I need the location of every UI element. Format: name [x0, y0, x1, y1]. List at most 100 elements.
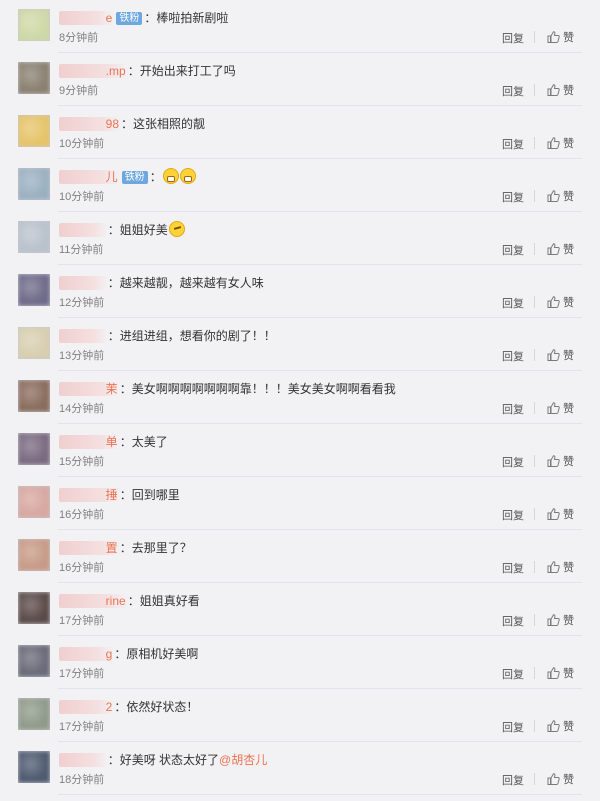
like-button[interactable]: 赞 — [547, 506, 574, 522]
thumbs-up-icon — [547, 720, 560, 732]
comment-item: ：越来越靓，越来越有女人味 12分钟前 回复 赞 — [0, 265, 600, 318]
like-button[interactable]: 赞 — [547, 400, 574, 416]
avatar[interactable] — [18, 274, 50, 306]
comment-time: 18分钟前 — [59, 774, 105, 786]
like-label: 赞 — [563, 562, 574, 574]
reply-button[interactable]: 回复 — [502, 613, 524, 629]
thumbs-up-icon — [547, 402, 560, 414]
action-divider — [534, 296, 535, 308]
username-link[interactable] — [59, 276, 108, 290]
like-button[interactable]: 赞 — [547, 135, 574, 151]
avatar[interactable] — [18, 751, 50, 783]
username-link[interactable] — [59, 753, 108, 767]
avatar[interactable] — [18, 327, 50, 359]
avatar-image — [18, 592, 50, 624]
reply-button[interactable]: 回复 — [502, 189, 524, 205]
reply-button[interactable]: 回复 — [502, 136, 524, 152]
reply-button[interactable]: 回复 — [502, 719, 524, 735]
avatar[interactable] — [18, 539, 50, 571]
like-button[interactable]: 赞 — [547, 718, 574, 734]
like-label: 赞 — [563, 244, 574, 256]
avatar[interactable] — [18, 698, 50, 730]
avatar[interactable] — [18, 592, 50, 624]
like-label: 赞 — [563, 721, 574, 733]
reply-button[interactable]: 回复 — [502, 666, 524, 682]
username-link[interactable]: 置 — [59, 541, 120, 555]
avatar-image — [18, 274, 50, 306]
reply-button[interactable]: 回复 — [502, 295, 524, 311]
avatar[interactable] — [18, 380, 50, 412]
like-button[interactable]: 赞 — [547, 347, 574, 363]
comment-item: ：进组进组，想看你的剧了！！ 13分钟前 回复 赞 — [0, 318, 600, 371]
action-divider — [534, 31, 535, 43]
reply-button[interactable]: 回复 — [502, 454, 524, 470]
comment-line: ：好美呀 状态太好了@胡杏儿 — [59, 750, 580, 770]
like-button[interactable]: 赞 — [547, 82, 574, 98]
username-link[interactable]: 茉 — [59, 382, 120, 396]
grin-emoji-icon — [179, 168, 196, 184]
reply-button[interactable]: 回复 — [502, 772, 524, 788]
comment-text: ：去那里了？ — [119, 541, 192, 555]
like-button[interactable]: 赞 — [547, 453, 574, 469]
like-label: 赞 — [563, 32, 574, 44]
comment-item: ：好美呀 状态太好了@胡杏儿 18分钟前 回复 赞 — [0, 742, 600, 795]
reply-button[interactable]: 回复 — [502, 560, 524, 576]
avatar-image — [18, 433, 50, 465]
username-link[interactable]: 儿 — [59, 170, 120, 184]
reply-button[interactable]: 回复 — [502, 83, 524, 99]
username-link[interactable] — [59, 329, 108, 343]
reply-button[interactable]: 回复 — [502, 242, 524, 258]
username-link[interactable]: rine — [59, 594, 128, 608]
comment-time: 15分钟前 — [59, 456, 105, 468]
like-button[interactable]: 赞 — [547, 241, 574, 257]
reply-button[interactable]: 回复 — [502, 507, 524, 523]
comment-line: 单：太美了 — [59, 432, 580, 452]
username-link[interactable] — [59, 223, 108, 237]
comment-time: 10分钟前 — [59, 191, 105, 203]
avatar[interactable] — [18, 62, 50, 94]
avatar[interactable] — [18, 9, 50, 41]
reply-button[interactable]: 回复 — [502, 30, 524, 46]
username-link[interactable]: e — [59, 11, 115, 25]
comment-time: 16分钟前 — [59, 509, 105, 521]
comment-text: ：美女啊啊啊啊啊啊啊靠！！！美女美女啊啊看看我 — [119, 382, 396, 396]
action-divider — [534, 455, 535, 467]
username-link[interactable]: .mp — [59, 64, 128, 78]
username-link[interactable]: 98 — [59, 117, 122, 131]
avatar[interactable] — [18, 645, 50, 677]
like-button[interactable]: 赞 — [547, 188, 574, 204]
like-button[interactable]: 赞 — [547, 665, 574, 681]
like-button[interactable]: 赞 — [547, 29, 574, 45]
comment-time: 17分钟前 — [59, 721, 105, 733]
action-divider — [534, 190, 535, 202]
comment-time: 11分钟前 — [59, 244, 104, 256]
reply-button[interactable]: 回复 — [502, 348, 524, 364]
avatar-image — [18, 168, 50, 200]
comment-text: ：姐姐真好看 — [127, 594, 200, 608]
avatar[interactable] — [18, 486, 50, 518]
comment-line: 儿铁粉： — [59, 167, 580, 187]
comment-line: e 铁粉 ：棒啦拍新剧啦 — [59, 8, 580, 28]
username-link[interactable]: g — [59, 647, 115, 661]
like-button[interactable]: 赞 — [547, 771, 574, 787]
like-button[interactable]: 赞 — [547, 294, 574, 310]
comment-text: ：好美呀 状态太好了 — [107, 753, 220, 767]
action-divider — [534, 773, 535, 785]
username-link[interactable]: 捶 — [59, 488, 120, 502]
username-link[interactable]: 2 — [59, 700, 115, 714]
mention-link[interactable]: @胡杏儿 — [219, 753, 267, 767]
reply-button[interactable]: 回复 — [502, 401, 524, 417]
username-link[interactable]: 单 — [59, 435, 120, 449]
comment-text: ：回到哪里 — [119, 488, 180, 502]
avatar[interactable] — [18, 433, 50, 465]
action-divider — [534, 349, 535, 361]
avatar-image — [18, 751, 50, 783]
avatar[interactable] — [18, 168, 50, 200]
avatar[interactable] — [18, 221, 50, 253]
like-button[interactable]: 赞 — [547, 612, 574, 628]
like-button[interactable]: 赞 — [547, 559, 574, 575]
avatar-image — [18, 327, 50, 359]
avatar[interactable] — [18, 115, 50, 147]
fan-badge: 铁粉 — [121, 171, 148, 184]
comment-item: g ：原相机好美啊 17分钟前 回复 赞 — [0, 636, 600, 689]
